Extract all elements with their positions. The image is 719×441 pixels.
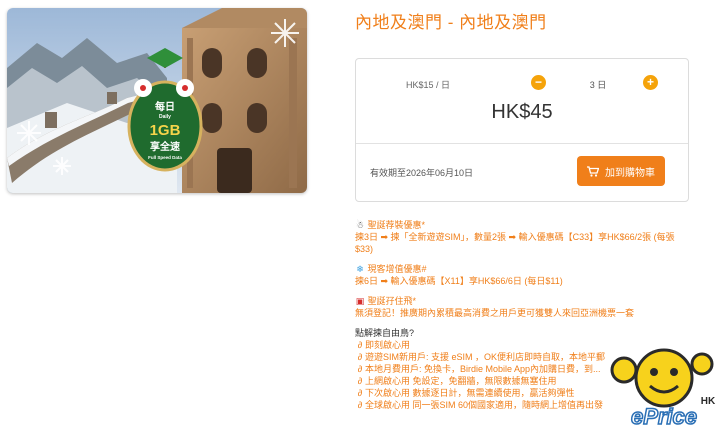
increase-days-button[interactable]: + [643,75,658,90]
plus-icon: + [646,75,654,89]
add-to-cart-button[interactable]: 加到購物車 [577,156,665,186]
gift-promo-heading: ▣ 聖誕孖住飛* [355,296,417,306]
watermark-text: ePrice [631,404,697,429]
badge-speed-en: Full Speed Data [148,155,182,160]
product-title: 內地及澳門 - 內地及澳門 [355,13,547,32]
watermark-region: HK [701,396,716,407]
snowman-icon: ☃ [355,220,365,230]
gift-icon: ▣ [355,296,365,306]
days-value: 3 日 [589,80,607,90]
badge-daily-cn: 每日 [155,100,175,113]
gift-promo-line: 無須登記！推廣期內累積最高消費之用戶更可獲雙人來回亞洲機票一套 [355,308,635,318]
topup-promo-line: 揀6日 ➡ 輸入優惠碼【X11】享HK$66/6日 (每日$11) [355,276,563,286]
snowflake-icon: ❄ [356,264,364,274]
bird-icon: ∂ [357,388,363,398]
total-price: HK$45 [491,101,553,123]
bird-icon: ∂ [357,352,363,362]
bird-icon: ∂ [357,376,363,386]
xmas-promo-line2: $33) [355,244,374,254]
add-to-cart-label: 加到購物車 [605,167,655,179]
bird-icon: ∂ [357,400,363,410]
badge-speed-cn: 享全速 [150,140,180,153]
purchase-card: HK$15 / 日 − 3 日 + HK$45 有效期至2026年06月10日 … [355,58,689,202]
eprice-watermark: ePrice HK [604,342,716,436]
minus-icon: − [534,75,542,89]
topup-promo-heading: ❄ 現客增值優惠# [356,264,427,274]
daily-rate: HK$15 / 日 [406,80,451,90]
xmas-promo-heading: ☃ 聖誕荐裝優惠* [355,220,426,230]
xmas-promo-line1: 揀3日 ➡ 揀「全新遊遊SIM」，數量2張 ➡ 輸入優惠碼【C33】享HK$66… [355,232,675,242]
cart-icon [587,165,599,177]
product-image: 每日 Daily 1GB 享全速 Full Speed Data [7,8,307,193]
card-divider [356,143,688,144]
why-choose-heading: 點解揀自由鳥? [355,328,415,338]
validity-date: 有效期至2026年06月10日 [370,168,474,178]
badge-daily-en: Daily [159,114,171,120]
badge-amount: 1GB [150,122,181,139]
bird-icon: ∂ [357,340,363,350]
bird-icon: ∂ [357,364,363,374]
decrease-days-button[interactable]: − [531,75,546,90]
